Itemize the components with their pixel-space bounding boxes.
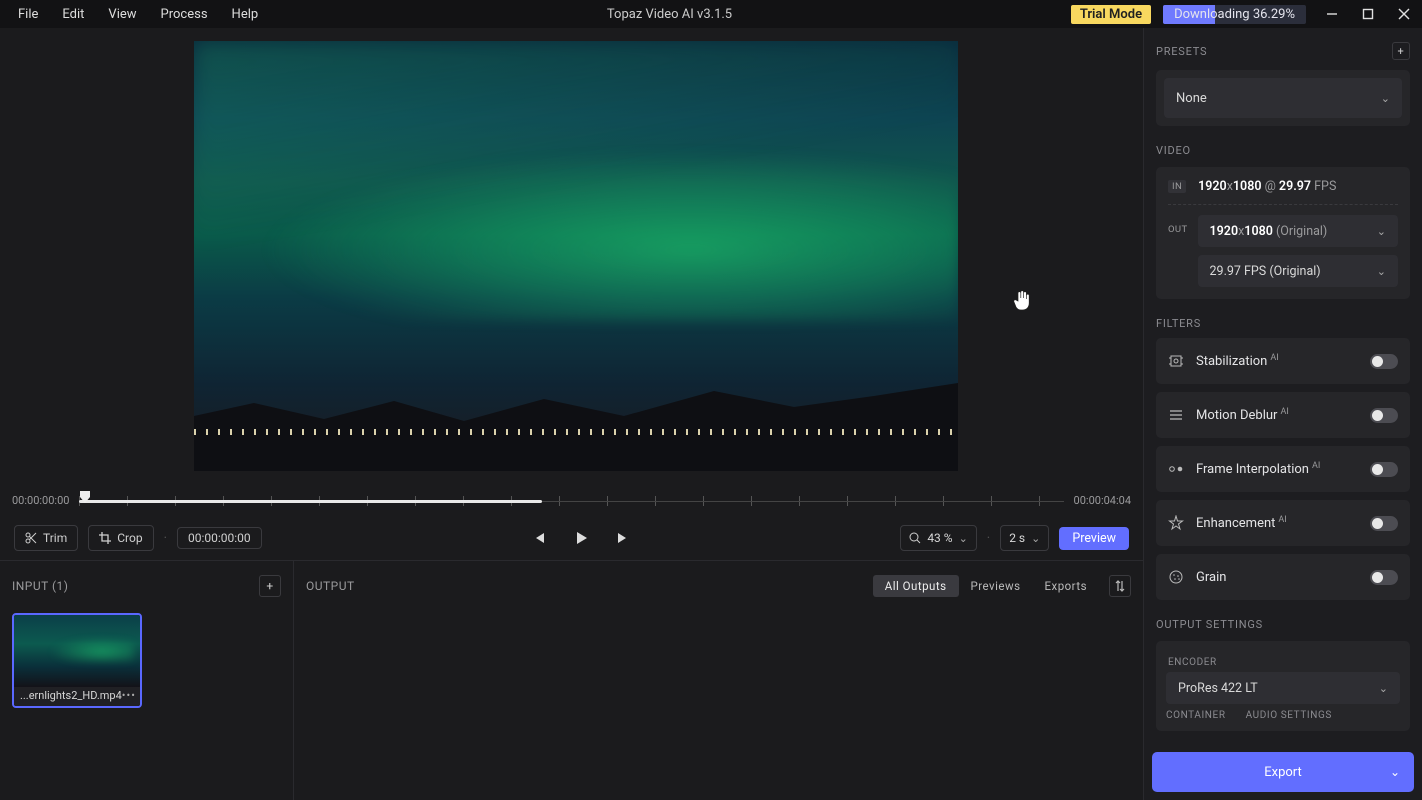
step-back-button[interactable] [531,530,547,546]
preview-duration-selector[interactable]: 2 s⌄ [1000,525,1049,551]
filter-stabilization[interactable]: StabilizationAI [1156,338,1410,384]
playhead[interactable] [79,490,91,504]
preset-selector[interactable]: None⌄ [1164,78,1402,118]
video-out-tag: OUT [1168,224,1188,235]
title-bar: File Edit View Process Help Topaz Video … [0,0,1422,28]
input-thumbnail[interactable]: ...ernlights2_HD.mp4 ••• [12,613,142,708]
timecode-display[interactable]: 00:00:00:00 [177,527,262,549]
grain-toggle[interactable] [1370,570,1398,585]
filter-enhancement[interactable]: EnhancementAI [1156,500,1410,546]
menu-process[interactable]: Process [151,3,218,26]
filter-frame-interpolation[interactable]: Frame InterpolationAI [1156,446,1410,492]
frame-interpolation-toggle[interactable] [1370,462,1398,477]
thumbnail-caption: ...ernlights2_HD.mp4 [20,689,122,702]
container-label: CONTAINER [1166,710,1226,721]
sort-icon [1115,580,1125,592]
play-button[interactable] [573,530,589,546]
window-maximize-button[interactable] [1358,4,1378,24]
video-frame [194,41,958,471]
export-button[interactable]: Export⌄ [1152,752,1414,792]
tab-previews[interactable]: Previews [959,575,1033,597]
presets-section-label: PRESETS + [1156,42,1410,60]
output-panel-header: OUTPUT [306,579,355,593]
timeline-start-time: 00:00:00:00 [12,494,69,507]
settings-sidebar: PRESETS + None⌄ VIDEO IN 1920x1080 @ 29.… [1144,28,1422,800]
step-forward-button[interactable] [615,530,631,546]
zoom-selector[interactable]: 43 %⌄ [900,525,976,551]
output-filter-segment: All Outputs Previews Exports [873,575,1099,597]
add-preset-button[interactable]: + [1392,42,1410,60]
menu-edit[interactable]: Edit [52,3,94,26]
video-section-label: VIDEO [1156,144,1410,157]
output-settings-section-label: OUTPUT SETTINGS [1156,618,1410,631]
magnifier-icon [909,532,921,544]
menu-help[interactable]: Help [222,3,269,26]
frame-interpolation-icon [1168,461,1184,477]
input-panel: INPUT (1) + ...ernlights2_HD.mp4 ••• [0,561,294,800]
video-in-info: IN 1920x1080 @ 29.97 FPS [1168,179,1398,194]
window-close-button[interactable] [1394,4,1414,24]
motion-deblur-toggle[interactable] [1370,408,1398,423]
output-fps-selector[interactable]: 29.97 FPS (Original)⌄ [1198,255,1398,287]
menu-file[interactable]: File [8,3,48,26]
hand-cursor-icon [1011,288,1033,312]
output-panel: OUTPUT All Outputs Previews Exports [294,561,1143,800]
motion-deblur-icon [1168,407,1184,423]
menu-view[interactable]: View [98,3,146,26]
stabilization-toggle[interactable] [1370,354,1398,369]
audio-settings-label: AUDIO SETTINGS [1246,710,1332,721]
timeline[interactable]: 00:00:00:00 00:00:04:04 [0,484,1143,516]
playback-controls-row: Trim Crop · 00:00:00:00 43 %⌄ · 2 s⌄ [0,516,1143,560]
download-progress-badge: Downloading 36.29% [1163,5,1306,24]
enhancement-toggle[interactable] [1370,516,1398,531]
encoder-selector[interactable]: ProRes 422 LT⌄ [1166,672,1400,704]
output-resolution-selector[interactable]: 1920x1080 (Original)⌄ [1198,215,1398,247]
tab-exports[interactable]: Exports [1033,575,1100,597]
thumbnail-menu-button[interactable]: ••• [122,689,136,702]
filter-motion-deblur[interactable]: Motion DeblurAI [1156,392,1410,438]
preview-viewport[interactable] [0,28,1143,484]
output-sort-button[interactable] [1109,575,1131,597]
grain-icon [1168,569,1184,585]
preview-button[interactable]: Preview [1059,527,1129,550]
timeline-end-time: 00:00:04:04 [1074,494,1131,507]
crop-icon [99,532,111,544]
tab-all-outputs[interactable]: All Outputs [873,575,959,597]
add-input-button[interactable]: + [259,575,281,597]
crop-button[interactable]: Crop [88,525,153,551]
input-panel-header: INPUT (1) [12,579,68,593]
thumbnail-image [14,615,140,687]
timeline-track[interactable] [79,492,1063,508]
scissors-icon [25,532,37,544]
app-title: Topaz Video AI v3.1.5 [272,7,1067,22]
enhancement-icon [1168,515,1184,531]
filters-section-label: FILTERS [1156,317,1410,330]
window-minimize-button[interactable] [1322,4,1342,24]
filter-grain[interactable]: Grain [1156,554,1410,600]
trial-mode-badge: Trial Mode [1071,5,1151,24]
encoder-label: ENCODER [1168,657,1400,668]
trim-button[interactable]: Trim [14,525,78,551]
stabilization-icon [1168,353,1184,369]
